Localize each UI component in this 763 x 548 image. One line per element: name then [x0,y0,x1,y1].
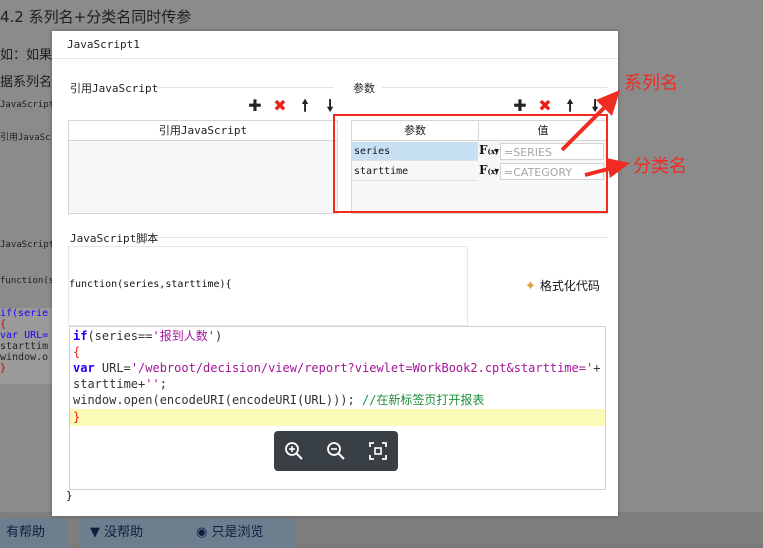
category-name-annotation: 分类名 [633,156,687,177]
category-arrow-line [584,166,613,177]
category-arrow-head [606,158,630,178]
series-name-annotation: 系列名 [624,73,678,94]
series-arrow-line [560,106,606,152]
